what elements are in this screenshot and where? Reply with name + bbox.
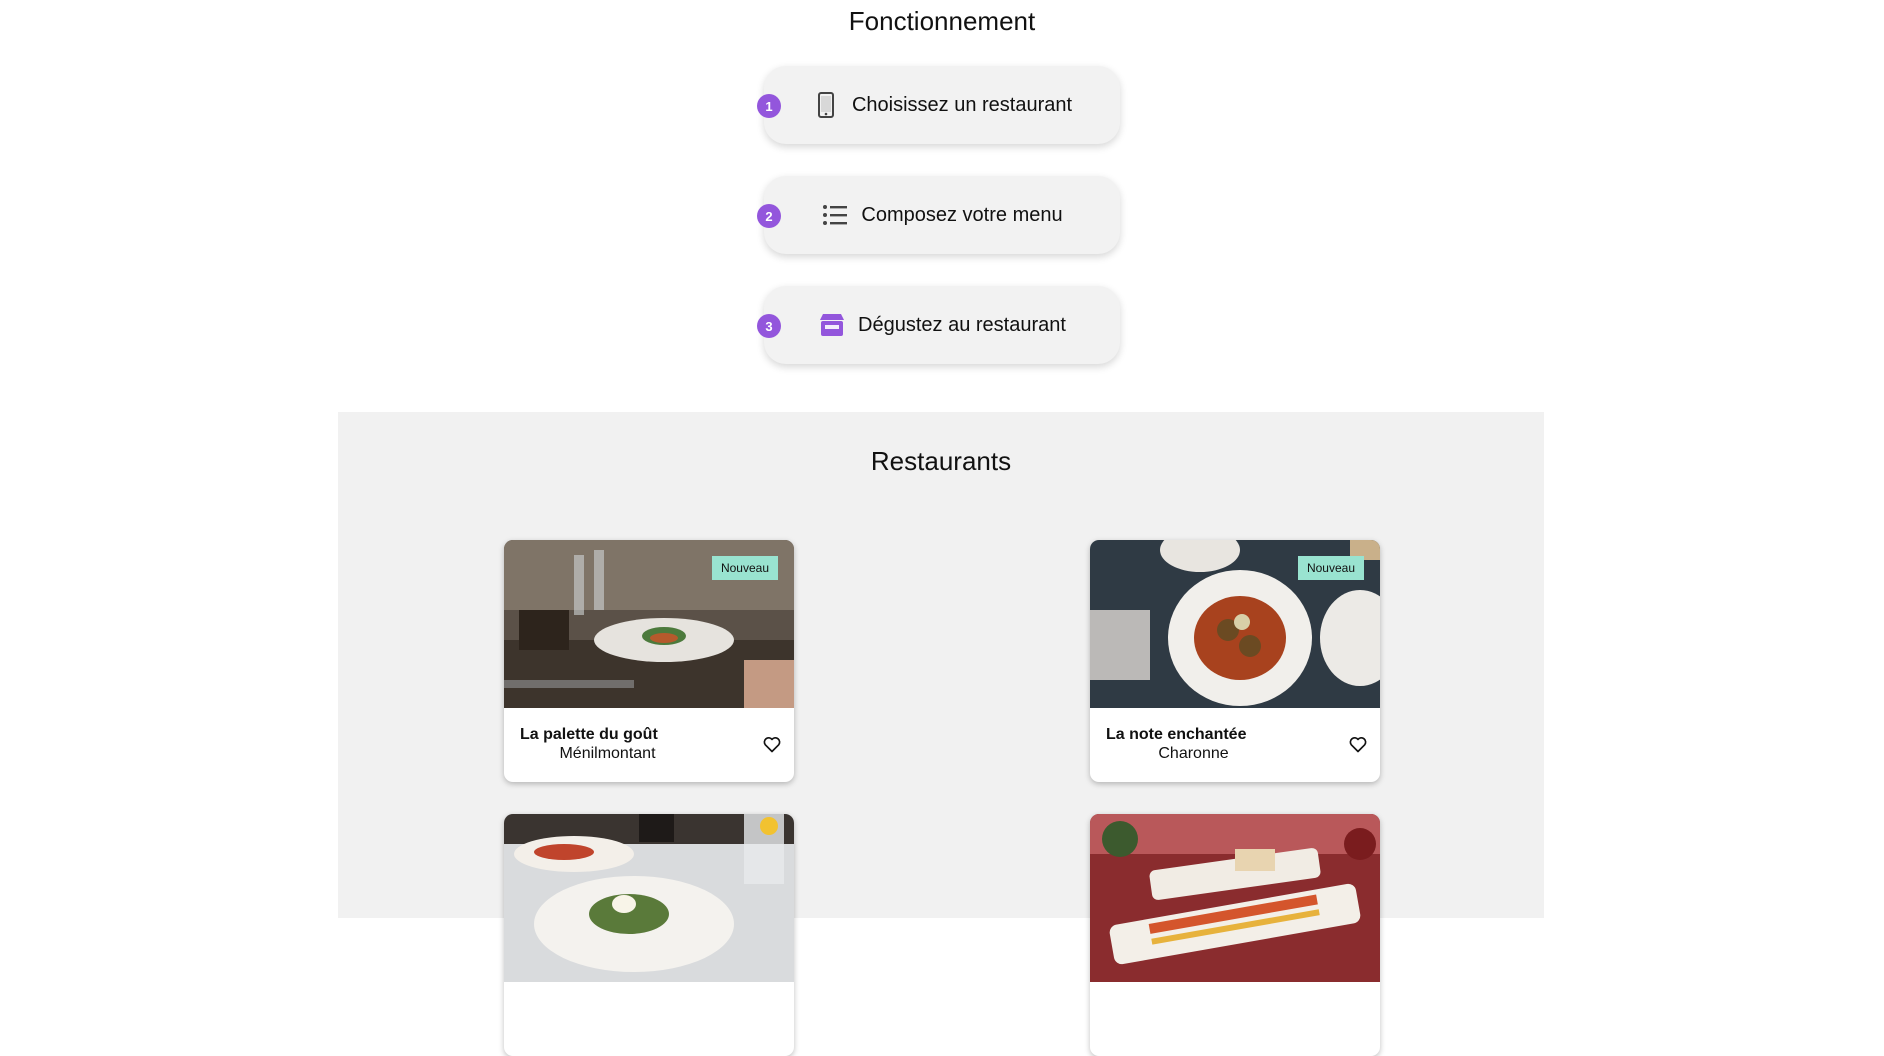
step-label: Composez votre menu <box>861 203 1063 226</box>
restaurant-name: La palette du goût <box>520 726 658 743</box>
step-card-choose-restaurant: 1 Choisissez un restaurant <box>757 66 1120 144</box>
restaurants-title: Restaurants <box>870 446 1012 476</box>
step-label: Dégustez au restaurant <box>858 313 1066 336</box>
step-card-eat-at-restaurant: 3 Dégustez au restaurant <box>757 286 1120 364</box>
restaurant-card[interactable] <box>504 814 794 1056</box>
how-it-works-title: Fonctionnement <box>848 6 1036 36</box>
new-badge: Nouveau <box>1297 556 1364 580</box>
restaurant-card[interactable]: Nouveau La palette du goût Ménilmontant <box>504 540 794 782</box>
heart-icon[interactable] <box>762 734 782 754</box>
smartphone-icon <box>812 91 840 119</box>
restaurant-photo <box>1090 814 1380 982</box>
restaurant-area: Ménilmontant <box>559 745 656 762</box>
step-label: Choisissez un restaurant <box>851 93 1073 116</box>
restaurant-photo <box>504 814 794 982</box>
card-info: La note enchantée Charonne <box>1090 708 1380 782</box>
restaurants-section: Restaurants Nouveau La palette du goût M… <box>338 412 1544 1056</box>
new-badge: Nouveau <box>711 556 778 580</box>
step-card-compose-menu: 2 Composez votre menu <box>757 176 1120 254</box>
card-info: La palette du goût Ménilmontant <box>504 708 794 782</box>
restaurant-card[interactable] <box>1090 814 1380 1056</box>
list-icon <box>821 201 849 229</box>
storefront-icon <box>818 311 846 339</box>
restaurant-card[interactable]: Nouveau La note enchantée Charonne <box>1090 540 1380 782</box>
heart-icon[interactable] <box>1348 734 1368 754</box>
restaurant-area: Charonne <box>1158 745 1229 762</box>
restaurant-name: La note enchantée <box>1106 726 1247 743</box>
